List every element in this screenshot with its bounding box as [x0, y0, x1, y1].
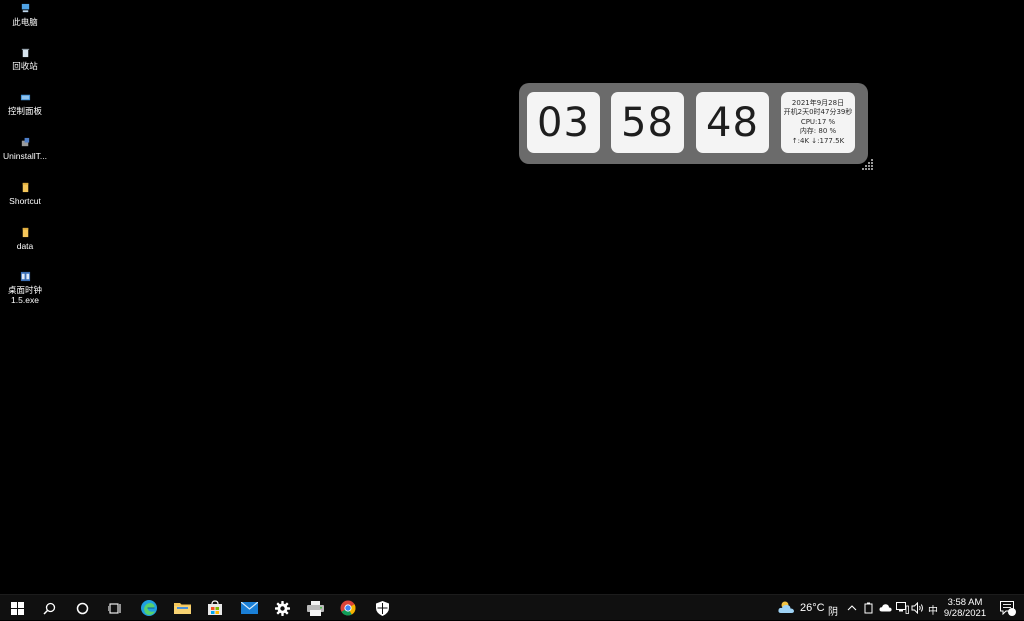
info-date: 2021年9月28日	[791, 98, 845, 107]
desktop-icon-uninstall-tool[interactable]: UninstallT...	[0, 137, 50, 161]
printer-icon	[306, 600, 324, 616]
clock-minutes: 58	[611, 92, 684, 153]
gear-icon	[274, 600, 290, 616]
computer-icon	[21, 3, 29, 13]
desktop-icon-control-panel[interactable]: 控制面板	[0, 92, 50, 116]
clock-hours: 03	[527, 92, 600, 153]
desktop-icon-label: UninstallT...	[3, 151, 47, 161]
notification-count-badge	[1008, 608, 1016, 616]
taskbar-store[interactable]	[198, 595, 232, 621]
task-view-button[interactable]	[98, 595, 132, 621]
resize-grip-icon[interactable]	[862, 158, 874, 170]
taskbar-security[interactable]	[365, 595, 399, 621]
cortana-circle-icon	[76, 602, 88, 614]
uninstall-tool-icon	[21, 137, 29, 147]
weather-condition[interactable]: 阴	[828, 603, 838, 618]
chrome-icon	[340, 600, 356, 616]
desktop-icon-data[interactable]: data	[0, 227, 50, 251]
shield-icon	[375, 600, 389, 616]
start-button[interactable]	[0, 595, 34, 621]
system-info-card: 2021年9月28日 开机2天0时47分39秒 CPU:17 % 内存: 80 …	[781, 92, 855, 153]
taskbar-settings[interactable]	[265, 595, 299, 621]
folder-icon	[22, 227, 28, 238]
desktop-icon-shortcut[interactable]: Shortcut	[0, 182, 50, 206]
taskbar-edge[interactable]	[132, 595, 166, 621]
onedrive-cloud-icon[interactable]	[879, 603, 892, 612]
desktop-icon-label: 控制面板	[7, 106, 42, 116]
volume-icon[interactable]	[911, 602, 924, 614]
desktop-icon-label: 此电脑	[12, 17, 38, 27]
recycle-bin-icon	[21, 48, 29, 58]
tray-time: 3:58 AM	[947, 597, 983, 608]
info-memory: 内存: 80 %	[799, 127, 837, 136]
clock-app-icon	[20, 271, 30, 282]
battery-power-icon[interactable]	[864, 602, 874, 614]
windows-logo-icon	[10, 601, 24, 615]
info-uptime: 开机2天0时47分39秒	[783, 108, 853, 117]
folder-icon	[22, 182, 28, 193]
info-cpu: CPU:17 %	[800, 117, 836, 126]
action-center-button[interactable]	[996, 595, 1018, 621]
desktop-icon-label: data	[16, 241, 34, 251]
desktop-icon-this-pc[interactable]: 此电脑	[0, 3, 50, 27]
taskbar-mail[interactable]	[232, 595, 266, 621]
search-icon	[42, 602, 55, 615]
taskbar-printer[interactable]	[298, 595, 332, 621]
tray-date: 9/28/2021	[943, 608, 987, 619]
weather-cloud-icon[interactable]	[778, 600, 796, 614]
desktop: 此电脑 回收站 控制面板 UninstallT... Shortcut data…	[0, 0, 1024, 594]
search-button[interactable]	[32, 595, 66, 621]
desktop-icon-label: Shortcut	[9, 196, 41, 206]
task-view-icon	[108, 602, 121, 614]
taskbar: 26°C 阴 中 3:58 AM 9/28/2021	[0, 594, 1024, 620]
ime-indicator[interactable]: 中	[928, 602, 938, 617]
taskbar-clock[interactable]: 3:58 AM 9/28/2021	[942, 596, 988, 620]
control-panel-icon	[20, 94, 30, 101]
desktop-icon-label: 回收站	[12, 61, 38, 71]
store-bag-icon	[208, 600, 222, 615]
clock-widget[interactable]: 03 58 48 2021年9月28日 开机2天0时47分39秒 CPU:17 …	[519, 83, 868, 164]
desktop-icon-label: 桌面时钟 1.5.exe	[7, 285, 42, 305]
chevron-up-icon[interactable]	[847, 604, 857, 612]
network-icon[interactable]	[896, 602, 909, 614]
edge-icon	[141, 600, 157, 616]
desktop-icon-recycle-bin[interactable]: 回收站	[0, 47, 50, 71]
folder-icon	[173, 603, 191, 614]
cortana-button[interactable]	[65, 595, 99, 621]
taskbar-file-explorer[interactable]	[165, 595, 199, 621]
weather-temp[interactable]: 26°C	[800, 602, 825, 614]
desktop-icon-desktop-clock[interactable]: 桌面时钟 1.5.exe	[0, 271, 50, 305]
mail-icon	[240, 602, 258, 614]
clock-seconds: 48	[696, 92, 769, 153]
taskbar-chrome[interactable]	[331, 595, 365, 621]
info-network: ↑:4K ↓:177.5K	[791, 136, 845, 145]
